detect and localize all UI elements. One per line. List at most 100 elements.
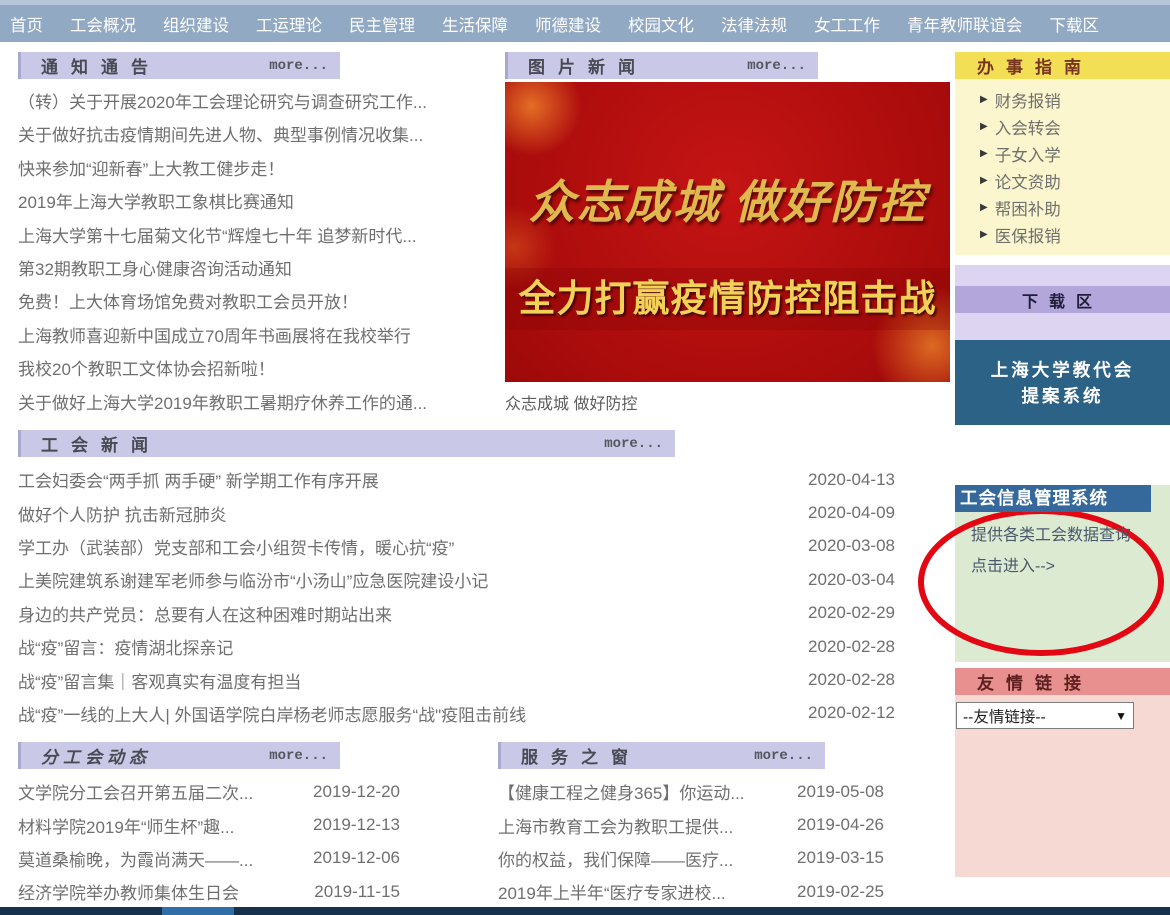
news-link[interactable]: 莫道桑榆晚，为霞尚满天——... bbox=[18, 846, 253, 871]
guide-item-medical-reimburse[interactable]: ▶ 医保报销 bbox=[955, 221, 1170, 248]
news-row: 经济学院举办教师集体生日会 2019-11-15 bbox=[18, 875, 400, 908]
nav-item-welfare[interactable]: 生活保障 bbox=[442, 12, 508, 36]
guide-item-finance[interactable]: ▶ 财务报销 bbox=[955, 86, 1170, 113]
news-link[interactable]: 材料学院2019年“师生杯”趣... bbox=[18, 813, 234, 838]
photo-news-banner-image[interactable]: 众志成城 做好防控 全力打赢疫情防控阻击战 bbox=[505, 82, 950, 382]
nav-item-campus-culture[interactable]: 校园文化 bbox=[628, 12, 694, 36]
nav-item-theory[interactable]: 工运理论 bbox=[256, 12, 322, 36]
news-date: 2020-04-13 bbox=[808, 470, 895, 490]
notices-section: 通知通告 more... （转）关于开展2020年工会理论研究与调查研究工作..… bbox=[18, 52, 500, 420]
guide-header: 办事指南 bbox=[955, 52, 1170, 79]
union-news-title: 工会新闻 bbox=[41, 431, 161, 456]
news-date: 2020-02-28 bbox=[808, 637, 895, 657]
news-link[interactable]: 战“疫”留言集｜客观真实有温度有担当 bbox=[18, 668, 301, 693]
news-date: 2020-02-28 bbox=[808, 670, 895, 690]
news-link[interactable]: 战“疫”一线的上大人| 外国语学院白岸杨老师志愿服务“战"疫阻击前线 bbox=[18, 701, 526, 726]
guide-item-label: 入会转会 bbox=[995, 115, 1061, 139]
news-date: 2019-04-26 bbox=[797, 815, 884, 835]
nav-item-overview[interactable]: 工会概况 bbox=[70, 12, 136, 36]
guide-item-hardship-subsidy[interactable]: ▶ 帮困补助 bbox=[955, 194, 1170, 221]
sidebar: 办事指南 ▶ 财务报销 ▶ 入会转会 ▶ 子女入学 ▶ 论文资助 ▶ 帮困补助 bbox=[955, 52, 1170, 877]
notice-item[interactable]: （转）关于开展2020年工会理论研究与调查研究工作... bbox=[18, 86, 500, 119]
nav-item-law[interactable]: 法律法规 bbox=[721, 12, 787, 36]
news-date: 2019-05-08 bbox=[797, 782, 884, 802]
news-row: 战“疫”一线的上大人| 外国语学院白岸杨老师志愿服务“战"疫阻击前线 2020-… bbox=[18, 697, 895, 730]
nav-item-youth-association[interactable]: 青年教师联谊会 bbox=[907, 12, 1023, 36]
branch-news-more-link[interactable]: more... bbox=[269, 748, 328, 764]
bullet-arrow-icon: ▶ bbox=[980, 229, 988, 240]
nav-item-downloads[interactable]: 下载区 bbox=[1050, 12, 1100, 36]
friend-links-select[interactable]: --友情链接-- ▼ bbox=[956, 702, 1134, 729]
news-date: 2019-02-25 bbox=[797, 882, 884, 902]
guide-item-label: 帮困补助 bbox=[995, 196, 1061, 220]
info-system-link[interactable]: 工会信息管理系统 bbox=[955, 485, 1151, 512]
guide-item-label: 论文资助 bbox=[995, 169, 1061, 193]
news-date: 2020-04-09 bbox=[808, 503, 895, 523]
notice-item[interactable]: 上海大学第十七届菊文化节“辉煌七十年 追梦新时代... bbox=[18, 220, 500, 253]
nav-item-organization[interactable]: 组织建设 bbox=[163, 12, 229, 36]
notices-list: （转）关于开展2020年工会理论研究与调查研究工作... 关于做好抗击疫情期间先… bbox=[18, 86, 500, 420]
guide-item-children-school[interactable]: ▶ 子女入学 bbox=[955, 140, 1170, 167]
news-date: 2020-03-08 bbox=[808, 536, 895, 556]
guide-item-paper-funding[interactable]: ▶ 论文资助 bbox=[955, 167, 1170, 194]
guide-item-label: 子女入学 bbox=[995, 142, 1061, 166]
nav-item-democracy[interactable]: 民主管理 bbox=[349, 12, 415, 36]
news-link[interactable]: 学工办（武装部）党支部和工会小组贺卡传情，暖心抗“疫” bbox=[18, 534, 454, 559]
news-date: 2019-12-20 bbox=[313, 782, 400, 802]
news-link[interactable]: 上美院建筑系谢建军老师参与临汾市“小汤山”应急医院建设小记 bbox=[18, 567, 488, 592]
notice-item[interactable]: 快来参加“迎新春”上大教工健步走！ bbox=[18, 153, 500, 186]
nav-item-women[interactable]: 女工工作 bbox=[814, 12, 880, 36]
guide-item-label: 医保报销 bbox=[995, 223, 1061, 247]
news-link[interactable]: 战“疫”留言：疫情湖北探亲记 bbox=[18, 634, 233, 659]
proposal-system-banner[interactable]: 上海大学教代会 提案系统 bbox=[955, 340, 1170, 425]
nav-item-ethics[interactable]: 师德建设 bbox=[535, 12, 601, 36]
news-date: 2019-03-15 bbox=[797, 848, 884, 868]
news-link[interactable]: 文学院分工会召开第五届二次... bbox=[18, 779, 253, 804]
proposal-line2: 提案系统 bbox=[955, 383, 1170, 409]
notices-title: 通知通告 bbox=[41, 53, 161, 78]
bullet-arrow-icon: ▶ bbox=[980, 121, 988, 132]
news-link[interactable]: 上海市教育工会为教职工提供... bbox=[498, 813, 733, 838]
download-title: 下载区 bbox=[1022, 288, 1103, 312]
friend-links-title: 友情链接 bbox=[977, 669, 1093, 694]
notice-item[interactable]: 关于做好上海大学2019年教职工暑期疗休养工作的通... bbox=[18, 387, 500, 420]
guide-item-label: 财务报销 bbox=[995, 88, 1061, 112]
bottom-clipped-bar bbox=[0, 907, 1170, 915]
news-date: 2020-03-04 bbox=[808, 570, 895, 590]
news-link[interactable]: 你的权益，我们保障——医疗... bbox=[498, 846, 733, 871]
guide-item-membership[interactable]: ▶ 入会转会 bbox=[955, 113, 1170, 140]
bullet-arrow-icon: ▶ bbox=[980, 202, 988, 213]
news-row: 战“疫”留言集｜客观真实有温度有担当 2020-02-28 bbox=[18, 663, 895, 696]
notice-item[interactable]: 我校20个教职工文体协会招新啦！ bbox=[18, 353, 500, 386]
news-link[interactable]: 身边的共产党员：总要有人在这种困难时期站出来 bbox=[18, 601, 392, 626]
info-system-box: 工会信息管理系统 提供各类工会数据查询 点击进入--> bbox=[955, 485, 1170, 662]
photo-news-caption-link[interactable]: 众志成城 做好防控 bbox=[505, 390, 950, 414]
notice-item[interactable]: 上海教师喜迎新中国成立70周年书画展将在我校举行 bbox=[18, 320, 500, 353]
news-link[interactable]: 做好个人防护 抗击新冠肺炎 bbox=[18, 501, 227, 526]
friend-links-header: 友情链接 bbox=[955, 668, 1170, 695]
notice-item[interactable]: 关于做好抗击疫情期间先进人物、典型事例情况收集... bbox=[18, 119, 500, 152]
news-date: 2020-02-29 bbox=[808, 603, 895, 623]
news-row: 工会妇委会“两手抓 两手硬” 新学期工作有序开展 2020-04-13 bbox=[18, 463, 895, 496]
notice-item[interactable]: 免费！上大体育场馆免费对教职工会员开放！ bbox=[18, 286, 500, 319]
news-link[interactable]: 2019年上半年“医疗专家进校... bbox=[498, 879, 726, 904]
notice-item[interactable]: 第32期教职工身心健康咨询活动通知 bbox=[18, 253, 500, 286]
nav-item-home[interactable]: 首页 bbox=[10, 12, 43, 36]
info-system-enter-link[interactable]: 点击进入--> bbox=[971, 552, 1170, 576]
banner-slogan-text: 全力打赢疫情防控阻击战 bbox=[505, 268, 950, 330]
service-window-more-link[interactable]: more... bbox=[754, 748, 813, 764]
photo-news-more-link[interactable]: more... bbox=[747, 58, 806, 74]
union-news-more-link[interactable]: more... bbox=[604, 436, 663, 452]
news-row: 2019年上半年“医疗专家进校... 2019-02-25 bbox=[498, 875, 884, 908]
friend-links-body: --友情链接-- ▼ bbox=[955, 695, 1170, 877]
news-link[interactable]: 工会妇委会“两手抓 两手硬” 新学期工作有序开展 bbox=[18, 467, 379, 492]
service-window-header: 服务之窗 more... bbox=[498, 742, 825, 769]
notices-more-link[interactable]: more... bbox=[269, 58, 328, 74]
news-link[interactable]: 【健康工程之健身365】你运动... bbox=[498, 779, 745, 804]
union-news-section: 工会新闻 more... 工会妇委会“两手抓 两手硬” 新学期工作有序开展 20… bbox=[18, 430, 895, 730]
chevron-down-icon: ▼ bbox=[1115, 709, 1127, 723]
notice-item[interactable]: 2019年上海大学教职工象棋比赛通知 bbox=[18, 186, 500, 219]
news-link[interactable]: 经济学院举办教师集体生日会 bbox=[18, 879, 239, 904]
info-system-desc: 提供各类工会数据查询 bbox=[971, 521, 1170, 545]
download-area-link[interactable]: 下载区 bbox=[955, 286, 1170, 313]
